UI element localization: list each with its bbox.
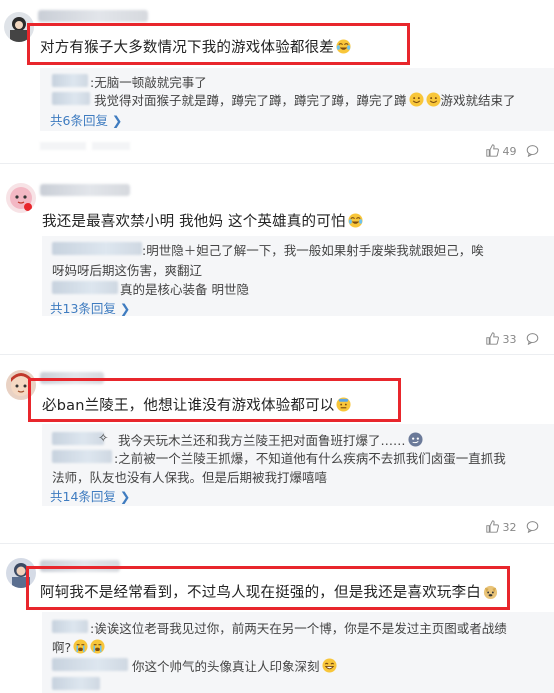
sweat-emoji (336, 397, 352, 412)
placeholder-bar (92, 142, 130, 150)
avatar[interactable] (6, 183, 36, 213)
reply-username[interactable] (52, 92, 90, 105)
reply-text: 真的是核心装备 明世隐 (120, 282, 249, 297)
comment-text: 我还是最喜欢禁小明 我他妈 这个英雄真的可怕 (42, 210, 363, 231)
comment-text: 对方有猴子大多数情况下我的游戏体验都很差 (40, 36, 351, 57)
grin-emoji (321, 658, 337, 673)
like-button[interactable]: 32 (486, 520, 517, 534)
reply-username[interactable] (52, 432, 104, 445)
reply-username[interactable] (52, 677, 100, 690)
like-button[interactable]: 49 (486, 144, 517, 158)
smile-emoji (425, 92, 441, 107)
reply-text: 我觉得对面猴子就是蹲，蹲完了蹲，蹲完了蹲，蹲完了蹲 游戏就结束了 (94, 92, 516, 108)
comment-icon (526, 521, 539, 534)
comment-button[interactable] (526, 144, 539, 158)
divider (0, 163, 554, 164)
reply-text: :无脑一顿敲就完事了 (90, 75, 207, 90)
reply-text: :明世隐＋妲己了解一下，我一般如果射手废柴我就跟妲己，唉 (142, 243, 484, 258)
comment-text: 阿轲我不是经常看到，不过鸟人现在挺强的，但是我还是喜欢玩李白 (40, 581, 498, 602)
chevron-right-icon: ❯ (115, 301, 131, 316)
comment-button[interactable] (526, 332, 539, 346)
reply-username[interactable] (52, 242, 142, 255)
username[interactable] (38, 10, 148, 22)
view-replies-link[interactable]: 共6条回复 ❯ (50, 110, 122, 129)
thumbs-up-icon (486, 332, 499, 345)
comment-icon (526, 333, 539, 346)
reply-text: 呀妈呀后期这伤害，爽翻辽 (52, 263, 203, 278)
reply-username[interactable] (52, 658, 128, 671)
chevron-right-icon: ❯ (115, 489, 131, 504)
secondary-username: ✧ (98, 430, 109, 445)
like-button[interactable]: 33 (486, 332, 517, 346)
reply-text: :诶诶这位老哥我见过你，前两天在另一个博，你是不是发过主页图或者战绩 (90, 621, 507, 636)
laughing-tears-emoji (336, 39, 351, 54)
reply-username[interactable] (52, 450, 112, 463)
sob-emoji (73, 639, 88, 654)
comment-icon (526, 145, 539, 158)
reply-text: 我今天玩木兰还和我方兰陵王把对面鲁班打爆了…… (118, 430, 423, 449)
reply-username[interactable] (52, 620, 88, 633)
sob-emoji (90, 639, 105, 654)
comment-text: 必ban兰陵王，他想让谁没有游戏体验都可以 (42, 394, 352, 415)
divider (0, 354, 554, 355)
reply-username[interactable] (52, 74, 88, 87)
comment-button[interactable] (526, 520, 539, 534)
placeholder-bar (40, 142, 86, 150)
view-replies-link[interactable]: 共14条回复 ❯ (50, 486, 130, 505)
laughing-tears-emoji (348, 213, 363, 228)
smirk-emoji (407, 432, 423, 447)
reply-text: 法师，队友也没有人保我。但是后期被我打爆嘻嘻 (52, 470, 328, 485)
reply-username[interactable] (52, 281, 118, 294)
thumbs-up-icon (486, 144, 499, 157)
username[interactable] (40, 184, 130, 196)
comment-1: 对方有猴子大多数情况下我的游戏体验都很差 :无脑一顿敲就完事了 我觉得对面猴子就… (0, 0, 554, 164)
reply-text: 啊? (52, 637, 105, 656)
chevron-right-icon: ❯ (107, 113, 123, 128)
reply-text: :之前被一个兰陵王抓爆，不知道他有什么疾病不去抓我们卤蛋一直抓我 (114, 451, 506, 466)
view-replies-link[interactable]: 共13条回复 ❯ (50, 298, 130, 317)
reply-text: 你这个帅气的头像真让人印象深刻 (132, 656, 337, 675)
reply-text: ✧ (98, 430, 108, 445)
divider (0, 543, 554, 544)
doge-emoji (483, 584, 498, 599)
thumbs-up-icon (486, 520, 499, 533)
smile-emoji (408, 92, 424, 107)
